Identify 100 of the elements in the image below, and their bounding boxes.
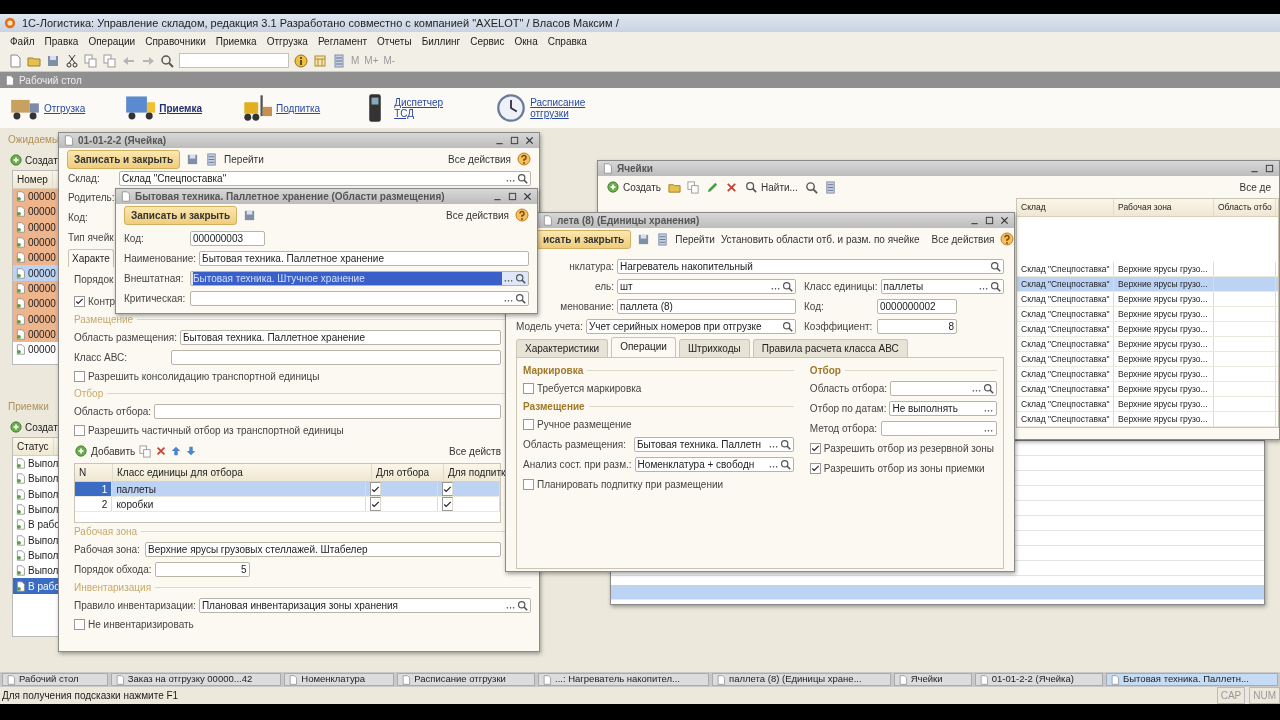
menu-item[interactable]: Операции bbox=[88, 33, 136, 49]
cut-icon[interactable] bbox=[65, 53, 79, 68]
input-field[interactable]: Бытовая техника. Паллетн bbox=[634, 436, 794, 452]
close-icon[interactable] bbox=[524, 135, 535, 146]
tab[interactable]: Характеристики bbox=[516, 339, 609, 357]
input-field[interactable]: 0000000002 bbox=[877, 298, 957, 314]
taskbar-item[interactable]: Заказ на отгрузку 00000...42 bbox=[110, 673, 282, 686]
checkbox[interactable] bbox=[370, 482, 381, 496]
taskbar-item[interactable]: 01-01-2-2 (Ячейка) bbox=[974, 673, 1104, 686]
list-row[interactable]: Выпол bbox=[13, 456, 61, 472]
search-icon[interactable] bbox=[515, 272, 526, 284]
table-row[interactable]: 2 коробки bbox=[75, 497, 500, 512]
copy-icon[interactable] bbox=[139, 444, 153, 458]
menu-item[interactable]: Файл bbox=[10, 33, 35, 49]
table-row[interactable]: Склад "Спецпоставка" Верхние ярусы грузо... bbox=[1017, 352, 1278, 367]
new-document-icon[interactable] bbox=[8, 53, 22, 68]
list-row[interactable]: Выпол bbox=[13, 486, 61, 502]
search-icon[interactable] bbox=[983, 382, 994, 394]
save-and-close-button[interactable]: Записать и закрыть bbox=[124, 205, 238, 225]
search-icon[interactable] bbox=[779, 458, 791, 470]
input-field[interactable]: паллеты bbox=[880, 278, 1004, 294]
save-and-close-button[interactable]: исать и закрыть bbox=[536, 229, 632, 249]
list-icon[interactable] bbox=[332, 53, 346, 68]
input-field[interactable] bbox=[171, 349, 501, 365]
search-icon[interactable] bbox=[990, 280, 1001, 292]
table-row[interactable]: Склад "Спецпоставка" Верхние ярусы грузо... bbox=[1017, 367, 1278, 382]
list-icon[interactable] bbox=[205, 152, 219, 166]
taskbar-item[interactable]: Расписание отгрузки bbox=[397, 673, 536, 686]
go-menu[interactable]: Перейти bbox=[675, 231, 715, 247]
list-row[interactable]: Выпол bbox=[13, 547, 61, 564]
save-and-close-button[interactable]: Записать и закрыть bbox=[67, 149, 181, 169]
input-field[interactable]: Бытовая техника. Паллетное хранение bbox=[180, 329, 501, 345]
all-actions-menu[interactable]: Все действия bbox=[448, 151, 511, 167]
search-icon[interactable] bbox=[990, 260, 1001, 272]
table-row[interactable]: Склад "Спецпоставка" Верхние ярусы грузо... bbox=[1017, 382, 1278, 397]
checkbox[interactable] bbox=[442, 497, 453, 511]
menu-item[interactable]: Отчеты bbox=[377, 33, 412, 49]
input-field[interactable]: Бытовая техника. Штучное хранение bbox=[190, 270, 529, 286]
search-icon[interactable] bbox=[779, 438, 791, 450]
search-field[interactable] bbox=[179, 53, 289, 68]
menu-item[interactable]: Окна bbox=[514, 33, 538, 49]
go-menu[interactable]: Перейти bbox=[224, 151, 264, 167]
list-row[interactable]: 00000 bbox=[13, 341, 61, 358]
list-row[interactable]: 00000 bbox=[13, 265, 61, 281]
tab[interactable]: Штрихкоды bbox=[678, 339, 750, 357]
search-icon[interactable] bbox=[517, 599, 528, 611]
list-icon[interactable] bbox=[823, 180, 837, 194]
checkbox[interactable] bbox=[523, 478, 534, 490]
maximize-icon[interactable] bbox=[1264, 163, 1275, 174]
table-row[interactable]: Склад "Спецпоставка" Верхние ярусы грузо... bbox=[1017, 397, 1278, 412]
help-icon[interactable] bbox=[1000, 232, 1015, 246]
create-button[interactable]: Создать bbox=[606, 178, 662, 196]
all-actions-menu[interactable]: Все де bbox=[1239, 179, 1271, 195]
move-up-icon[interactable] bbox=[170, 445, 183, 457]
close-icon[interactable] bbox=[522, 191, 533, 202]
input-field[interactable]: Нагреватель накопительный bbox=[617, 258, 1004, 274]
maximize-icon[interactable] bbox=[984, 215, 995, 226]
input-field[interactable]: шт bbox=[617, 278, 796, 294]
info-icon[interactable] bbox=[294, 53, 308, 68]
add-button[interactable]: Добавить bbox=[74, 442, 137, 460]
search-icon[interactable] bbox=[804, 180, 818, 194]
shortcut-link[interactable]: Расписание отгрузки bbox=[496, 93, 593, 123]
input-field[interactable]: Не выполнять bbox=[889, 400, 997, 416]
all-actions-menu[interactable]: Все действ bbox=[449, 443, 501, 459]
list-row[interactable]: 00000 bbox=[13, 189, 61, 205]
input-field[interactable]: Номенклатура + свободн bbox=[634, 456, 794, 472]
create-button[interactable]: Создат bbox=[10, 150, 60, 170]
table-row[interactable]: Склад "Спецпоставка" Верхние ярусы грузо... bbox=[1017, 277, 1278, 292]
table-row[interactable]: Склад "Спецпоставка" Верхние ярусы грузо... bbox=[1017, 307, 1278, 322]
checkbox[interactable] bbox=[74, 370, 85, 382]
search-icon[interactable] bbox=[782, 320, 793, 332]
copy-icon[interactable] bbox=[687, 180, 700, 194]
table-row[interactable]: Склад "Спецпоставка" Верхние ярусы грузо... bbox=[1017, 412, 1278, 427]
search-icon[interactable] bbox=[515, 292, 526, 304]
menu-item[interactable]: Биллинг bbox=[421, 33, 461, 49]
input-field[interactable]: паллета (8) bbox=[617, 298, 796, 314]
list-row[interactable]: Выпол bbox=[13, 563, 61, 579]
input-field[interactable]: Верхние ярусы грузовых стеллажей. Штабелер bbox=[145, 541, 501, 557]
pencil-icon[interactable] bbox=[706, 180, 719, 194]
search-icon[interactable] bbox=[160, 53, 174, 68]
menu-item[interactable]: Приемка bbox=[215, 33, 257, 49]
shortcut-link[interactable]: Подпитка bbox=[242, 93, 321, 123]
search-icon[interactable] bbox=[517, 173, 528, 184]
copy-icon[interactable] bbox=[84, 53, 98, 68]
list-icon[interactable] bbox=[656, 232, 670, 246]
list-row[interactable]: 00000 bbox=[13, 296, 61, 312]
menu-item[interactable]: Правка bbox=[44, 33, 79, 49]
maximize-icon[interactable] bbox=[509, 135, 520, 146]
shortcut-link[interactable]: Приемка bbox=[125, 93, 203, 123]
save-icon[interactable] bbox=[186, 152, 200, 166]
taskbar-item[interactable]: Бытовая техника. Паллетн... bbox=[1106, 673, 1278, 686]
menu-item[interactable]: Регламент bbox=[317, 33, 368, 49]
set-areas-button[interactable]: Установить области отб. и разм. по ячейке bbox=[720, 231, 920, 247]
help-icon[interactable] bbox=[517, 152, 531, 166]
taskbar-item[interactable]: паллета (8) (Единицы хране... bbox=[712, 673, 891, 686]
list-row[interactable]: Выпол bbox=[13, 532, 61, 548]
calendar-icon[interactable] bbox=[313, 53, 327, 68]
input-field[interactable] bbox=[154, 403, 501, 419]
checkbox[interactable] bbox=[523, 382, 534, 394]
delete-icon[interactable] bbox=[155, 445, 168, 457]
